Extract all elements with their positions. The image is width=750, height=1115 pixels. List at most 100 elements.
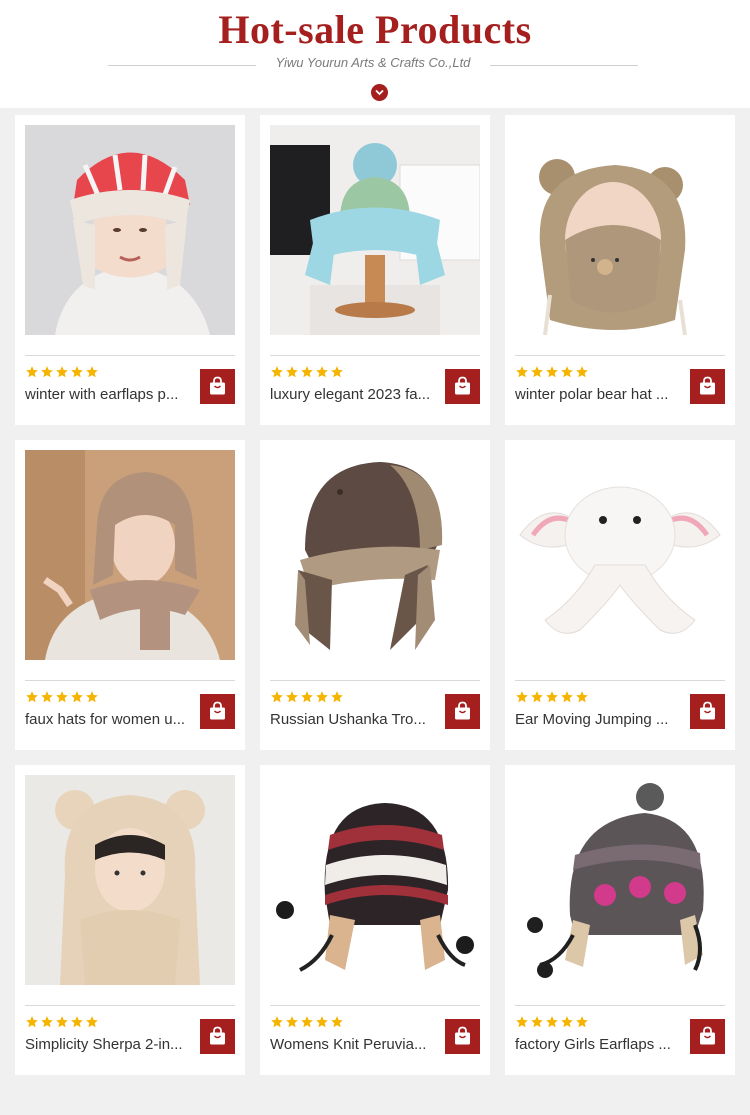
product-name[interactable]: Ear Moving Jumping ... (515, 711, 685, 728)
star-icon (330, 366, 345, 383)
divider (270, 1005, 480, 1006)
product-card[interactable]: faux hats for women u... (15, 440, 245, 750)
add-to-cart-button[interactable] (445, 369, 480, 404)
star-icon (55, 366, 70, 383)
star-icon (25, 691, 40, 708)
product-card[interactable]: winter polar bear hat ... (505, 115, 735, 425)
star-icon (530, 1016, 545, 1033)
subtitle-row: Yiwu Yourun Arts & Crafts Co.,Ltd (108, 55, 638, 71)
star-icon (315, 1016, 330, 1033)
chevron-down-icon[interactable] (371, 84, 388, 101)
add-to-cart-button[interactable] (445, 694, 480, 729)
company-name: Yiwu Yourun Arts & Crafts Co.,Ltd (275, 55, 471, 70)
star-icon (575, 1016, 590, 1033)
product-card[interactable]: luxury elegant 2023 fa... (260, 115, 490, 425)
star-icon (300, 366, 315, 383)
star-icon (285, 691, 300, 708)
product-name[interactable]: Womens Knit Peruvia... (270, 1036, 440, 1053)
product-image[interactable] (515, 450, 725, 660)
product-card[interactable]: Ear Moving Jumping ... (505, 440, 735, 750)
product-image[interactable] (270, 125, 480, 335)
divider (515, 680, 725, 681)
star-icon (270, 1016, 285, 1033)
star-icon (270, 691, 285, 708)
add-to-cart-button[interactable] (690, 369, 725, 404)
star-icon (85, 1016, 100, 1033)
star-icon (560, 1016, 575, 1033)
star-icon (530, 691, 545, 708)
add-to-cart-button[interactable] (200, 1019, 235, 1054)
star-icon (315, 691, 330, 708)
star-icon (25, 366, 40, 383)
rating-stars (515, 690, 590, 704)
product-card[interactable]: winter with earflaps p... (15, 115, 245, 425)
add-to-cart-button[interactable] (690, 694, 725, 729)
product-name[interactable]: faux hats for women u... (25, 711, 195, 728)
star-icon (25, 1016, 40, 1033)
add-to-cart-button[interactable] (690, 1019, 725, 1054)
product-image[interactable] (25, 775, 235, 985)
star-icon (575, 366, 590, 383)
product-card[interactable]: factory Girls Earflaps ... (505, 765, 735, 1075)
product-image[interactable] (25, 125, 235, 335)
star-icon (560, 691, 575, 708)
star-icon (70, 1016, 85, 1033)
star-icon (300, 1016, 315, 1033)
product-name[interactable]: factory Girls Earflaps ... (515, 1036, 685, 1053)
add-to-cart-button[interactable] (445, 1019, 480, 1054)
divider (25, 680, 235, 681)
product-name[interactable]: winter polar bear hat ... (515, 386, 685, 403)
star-icon (40, 1016, 55, 1033)
rating-stars (270, 690, 345, 704)
star-icon (40, 366, 55, 383)
divider (515, 355, 725, 356)
divider (25, 355, 235, 356)
product-name[interactable]: Russian Ushanka Tro... (270, 711, 440, 728)
rating-stars (515, 1015, 590, 1029)
star-icon (545, 366, 560, 383)
star-icon (330, 1016, 345, 1033)
product-name[interactable]: Simplicity Sherpa 2-in... (25, 1036, 195, 1053)
add-to-cart-button[interactable] (200, 369, 235, 404)
product-image[interactable] (270, 450, 480, 660)
star-icon (55, 691, 70, 708)
divider (515, 1005, 725, 1006)
page-header: Hot-sale Products Yiwu Yourun Arts & Cra… (0, 0, 750, 108)
star-icon (560, 366, 575, 383)
product-image[interactable] (270, 775, 480, 985)
page-title: Hot-sale Products (218, 7, 532, 52)
star-icon (515, 366, 530, 383)
star-icon (70, 691, 85, 708)
star-icon (545, 1016, 560, 1033)
star-icon (285, 366, 300, 383)
star-icon (55, 1016, 70, 1033)
product-name[interactable]: winter with earflaps p... (25, 386, 195, 403)
star-icon (545, 691, 560, 708)
divider (490, 65, 638, 66)
rating-stars (25, 690, 100, 704)
star-icon (270, 366, 285, 383)
product-image[interactable] (515, 775, 725, 985)
rating-stars (270, 365, 345, 379)
star-icon (515, 691, 530, 708)
divider (270, 355, 480, 356)
star-icon (330, 691, 345, 708)
product-card[interactable]: Russian Ushanka Tro... (260, 440, 490, 750)
product-name[interactable]: luxury elegant 2023 fa... (270, 386, 440, 403)
rating-stars (25, 1015, 100, 1029)
star-icon (40, 691, 55, 708)
star-icon (300, 691, 315, 708)
add-to-cart-button[interactable] (200, 694, 235, 729)
product-card[interactable]: Simplicity Sherpa 2-in... (15, 765, 245, 1075)
product-card[interactable]: Womens Knit Peruvia... (260, 765, 490, 1075)
star-icon (530, 366, 545, 383)
divider (270, 680, 480, 681)
star-icon (315, 366, 330, 383)
rating-stars (515, 365, 590, 379)
divider (25, 1005, 235, 1006)
rating-stars (25, 365, 100, 379)
product-image[interactable] (515, 125, 725, 335)
star-icon (85, 691, 100, 708)
product-image[interactable] (25, 450, 235, 660)
rating-stars (270, 1015, 345, 1029)
